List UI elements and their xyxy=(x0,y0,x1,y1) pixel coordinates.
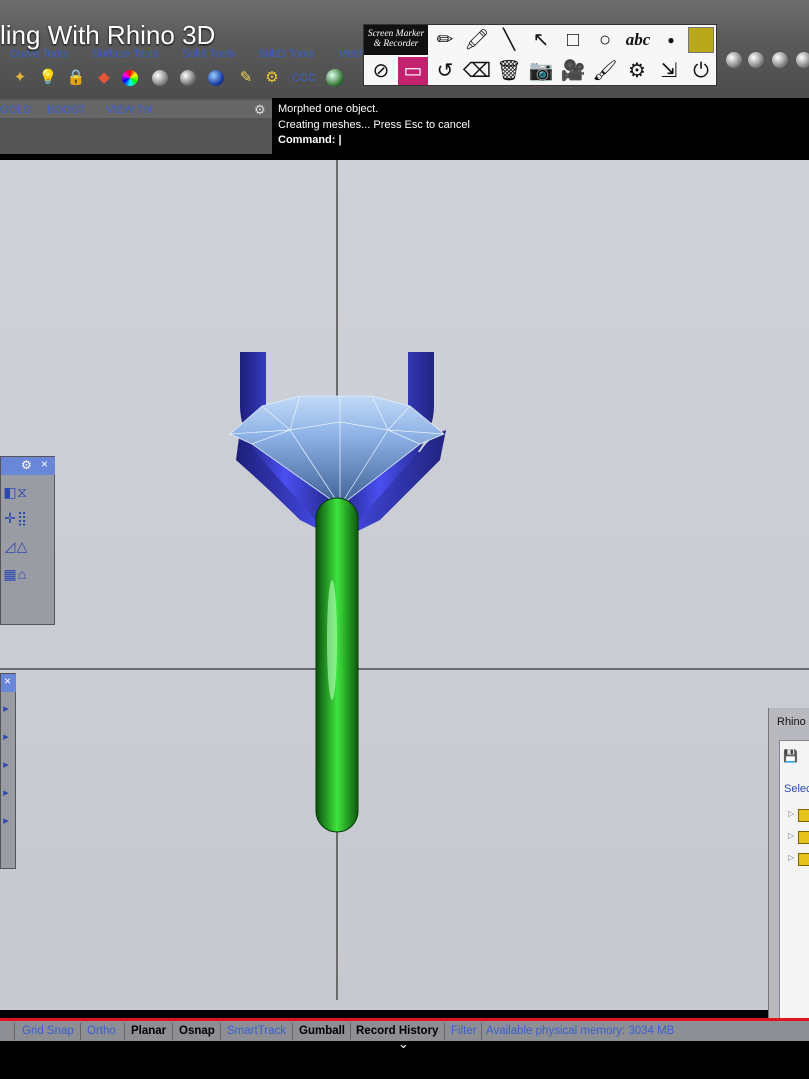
layer-cube-icon[interactable] xyxy=(798,809,809,822)
eraser-icon[interactable]: ⌫ xyxy=(462,57,492,85)
chevron-down-icon[interactable]: ⌄ xyxy=(398,1036,409,1052)
color-swatch[interactable] xyxy=(688,27,714,53)
floating-tool-panel: ⚙ × ◧ ⧖ ✛ ⣿ ◿ △ ▦ ⌂ xyxy=(0,456,55,625)
gear-icon[interactable]: ⚙ xyxy=(21,458,32,472)
line-icon[interactable]: ╲ xyxy=(494,26,524,54)
viewport-sphere-icon[interactable] xyxy=(772,52,788,68)
osnap-toggle[interactable]: Osnap xyxy=(179,1025,215,1037)
trash-icon[interactable]: 🗑 xyxy=(494,57,524,85)
reflect-icon[interactable]: ⧖ xyxy=(13,483,31,501)
pencil-icon[interactable]: ✏ xyxy=(430,26,460,54)
screen-icon[interactable]: ▭ xyxy=(398,57,428,85)
ortho-toggle[interactable]: Ortho xyxy=(87,1025,116,1037)
toolbar-tab-row: Curve Tools Surface Tools Solid Tools Su… xyxy=(0,48,380,62)
tab-boost[interactable]: BOOST xyxy=(47,104,86,116)
close-icon[interactable]: × xyxy=(4,674,11,688)
viewport-sphere-icon[interactable] xyxy=(748,52,764,68)
video-camera-icon[interactable]: 🎥 xyxy=(558,57,588,85)
close-icon[interactable]: × xyxy=(41,457,48,471)
text-icon[interactable]: abc xyxy=(620,26,656,54)
gear-icon[interactable]: ⚙ xyxy=(262,68,282,88)
render-icon[interactable]: ◆ xyxy=(94,68,114,88)
logo-line-1: Screen Marker xyxy=(367,29,425,39)
power-icon[interactable]: ⏻ xyxy=(686,57,716,85)
gear-icon[interactable]: ⚙ xyxy=(254,102,266,118)
tool-icon[interactable]: ▸ xyxy=(0,756,15,774)
layer-icon[interactable]: ✦ xyxy=(10,68,30,88)
floating-tool-panel-2: × ▸ ▸ ▸ ▸ ▸ xyxy=(0,673,16,869)
layers-list[interactable]: 💾 Selec ▷ ▷ ▷ xyxy=(779,740,809,1032)
tab-subd-tools[interactable]: SubD Tools xyxy=(258,48,314,60)
color-wheel-icon[interactable] xyxy=(122,70,138,86)
ring-model[interactable] xyxy=(0,160,809,1010)
environment-icon[interactable] xyxy=(326,69,344,87)
command-line-1: Morphed one object. xyxy=(278,103,379,115)
secondary-toolbar: OOLS BOOST VIEW TN xyxy=(0,98,272,154)
layers-panel: Rhino 💾 Selec ▷ ▷ ▷ xyxy=(768,708,809,1032)
ccc-icon[interactable]: CCC xyxy=(292,68,316,88)
marker-icon[interactable]: 🖍 xyxy=(462,26,492,54)
command-history[interactable]: Morphed one object. Creating meshes... P… xyxy=(274,100,809,152)
shank xyxy=(315,497,359,833)
sphere-gray-icon[interactable] xyxy=(180,70,196,86)
expand-icon[interactable]: ▷ xyxy=(788,853,794,862)
screen-marker-logo: Screen Marker & Recorder xyxy=(364,25,428,55)
tool-icon[interactable]: ▸ xyxy=(0,812,15,830)
minimize-icon[interactable]: ⇲ xyxy=(654,57,684,85)
perspective-viewport[interactable] xyxy=(0,160,809,1010)
light-icon[interactable]: 💡 xyxy=(38,68,58,88)
layer-cube-icon[interactable] xyxy=(798,853,809,866)
save-icon[interactable]: 💾 xyxy=(783,749,798,763)
cone-icon[interactable]: △ xyxy=(13,537,31,555)
smarttrack-toggle[interactable]: SmartTrack xyxy=(227,1025,286,1037)
lock-icon[interactable]: 🔒 xyxy=(66,68,86,88)
screen-marker-toolbar: Screen Marker & Recorder ✏ 🖍 ╲ ↖ □ ○ abc… xyxy=(363,24,717,86)
tab-mesh[interactable]: Mesh xyxy=(338,48,365,60)
memory-status: Available physical memory: 3034 MB xyxy=(486,1025,675,1037)
select-label[interactable]: Selec xyxy=(784,783,809,795)
dot-icon[interactable]: ● xyxy=(656,26,686,54)
sphere-gray-icon[interactable] xyxy=(152,70,168,86)
tab-view-tn[interactable]: VIEW TN xyxy=(106,104,152,116)
filter-toggle[interactable]: Filter xyxy=(451,1025,477,1037)
grid-snap-toggle[interactable]: Grid Snap xyxy=(22,1025,74,1037)
hide-icon[interactable]: ⊘ xyxy=(366,57,396,85)
tool-icon[interactable]: ▸ xyxy=(0,700,15,718)
command-prompt-label: Command: xyxy=(278,134,336,146)
panel-title: Rhino xyxy=(777,716,806,728)
undo-icon[interactable]: ↺ xyxy=(430,57,460,85)
logo-line-2: & Recorder xyxy=(373,39,419,49)
array-icon[interactable]: ⣿ xyxy=(13,509,31,527)
viewport-sphere-icon[interactable] xyxy=(726,52,742,68)
viewport-sphere-icon[interactable] xyxy=(796,52,809,68)
tab-surface-tools[interactable]: Surface Tools xyxy=(92,48,158,60)
arrow-icon[interactable]: ↖ xyxy=(526,26,556,54)
command-prompt[interactable]: Command: | xyxy=(278,134,342,146)
tab-curve-tools[interactable]: Curve Tools xyxy=(10,48,68,60)
dome-icon[interactable]: ⌂ xyxy=(13,565,31,583)
tool-icon[interactable]: ▸ xyxy=(0,784,15,802)
camera-icon[interactable]: 📷 xyxy=(526,57,556,85)
gumball-toggle[interactable]: Gumball xyxy=(299,1025,345,1037)
tool-icon[interactable]: ▸ xyxy=(0,728,15,746)
video-title: ling With Rhino 3D xyxy=(0,20,216,50)
layer-cube-icon[interactable] xyxy=(798,831,809,844)
command-line-2: Creating meshes... Press Esc to cancel xyxy=(278,119,470,131)
panel-header[interactable]: × xyxy=(1,674,16,692)
circle-icon[interactable]: ○ xyxy=(590,26,620,54)
tab-tools[interactable]: OOLS xyxy=(0,104,31,116)
brush-icon[interactable]: 🖌 xyxy=(590,57,620,85)
tab-solid-tools[interactable]: Solid Tools xyxy=(182,48,235,60)
settings-icon[interactable]: ⚙ xyxy=(622,57,652,85)
panel-header[interactable]: ⚙ × xyxy=(1,457,55,475)
planar-toggle[interactable]: Planar xyxy=(131,1025,166,1037)
expand-icon[interactable]: ▷ xyxy=(788,809,794,818)
expand-icon[interactable]: ▷ xyxy=(788,831,794,840)
pencil-icon[interactable]: ✎ xyxy=(236,68,256,88)
rectangle-icon[interactable]: □ xyxy=(558,26,588,54)
sphere-blue-icon[interactable] xyxy=(208,70,224,86)
